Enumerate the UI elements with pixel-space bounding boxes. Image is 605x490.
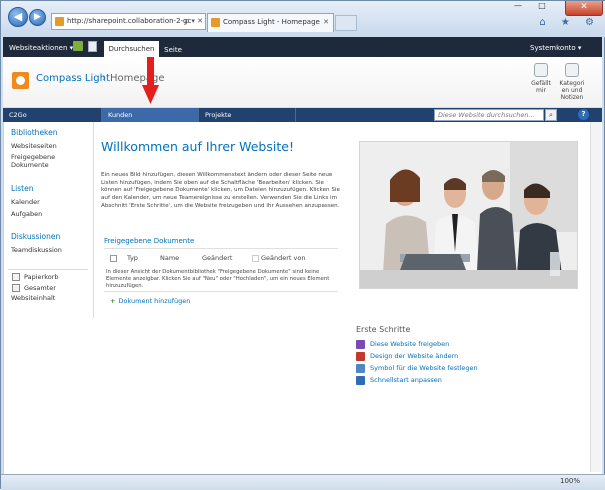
quicklaunch-item-all-content-line2[interactable]: Websiteinhalt: [11, 294, 55, 302]
window-controls: — □ ✕: [506, 1, 605, 16]
business-team-photo: [359, 141, 578, 289]
nav-item-projekte[interactable]: Projekte: [199, 108, 296, 122]
nav-item-c2go[interactable]: C2Go: [3, 108, 102, 122]
status-bar: 100%: [1, 474, 605, 490]
tab-favicon-icon: [211, 18, 220, 27]
site-header: Compass Light › Homepage Gefällt mir Kat…: [3, 57, 602, 108]
navigate-up-icon[interactable]: [73, 41, 83, 51]
like-label-line1: Gefällt: [531, 80, 551, 87]
tags-notes-button[interactable]: Kategori en und Notizen: [556, 63, 588, 101]
forward-button[interactable]: ▶: [29, 9, 46, 26]
quicklaunch-item-calendar[interactable]: Kalender: [11, 198, 40, 206]
site-actions-menu[interactable]: Websiteaktionen ▾: [9, 37, 73, 57]
welcome-intro-text: Ein neues Bild hinzufügen, diesen Willko…: [101, 172, 340, 209]
add-document-link[interactable]: Dokument hinzufügen: [110, 297, 190, 305]
breadcrumb-separator: ›: [102, 73, 106, 84]
address-controls[interactable]: ρ ▾ ✕: [185, 14, 203, 29]
minimize-button[interactable]: —: [506, 1, 530, 14]
welcome-title: Willkommen auf Ihrer Website!: [101, 139, 294, 154]
site-title[interactable]: Compass Light: [36, 73, 110, 84]
help-icon[interactable]: ?: [578, 109, 589, 120]
like-icon: [534, 63, 548, 77]
tab-title: Compass Light - Homepage: [223, 18, 320, 26]
site-icon-icon: [356, 364, 365, 373]
quicklaunch-heading-libraries[interactable]: Bibliotheken: [11, 128, 58, 137]
quicklaunch-heading-lists[interactable]: Listen: [11, 184, 33, 193]
quicklaunch-heading-discussions[interactable]: Diskussionen: [11, 232, 60, 241]
vertical-scrollbar[interactable]: [590, 122, 601, 472]
browser-window: ◀ ▶ http://sharepoint.collaboration-2-gc…: [0, 0, 605, 490]
quicklaunch-item-team-discussion[interactable]: Teamdiskussion: [11, 246, 62, 254]
quicklaunch-divider: [8, 269, 88, 270]
like-label-line2: mir: [536, 87, 546, 94]
docs-divider: [104, 248, 338, 249]
quicklaunch-item-site-pages[interactable]: Websiteseiten: [11, 142, 57, 150]
select-all-checkbox[interactable]: [110, 255, 117, 262]
shared-docs-line1: Freigegebene: [11, 153, 56, 161]
quicklaunch-item-shared-docs[interactable]: Freigegebene Dokumente: [11, 153, 55, 169]
browser-tools-icons[interactable]: ⌂ ★ ⚙: [539, 17, 600, 28]
new-tab-button[interactable]: [335, 15, 357, 31]
quicklaunch-item-all-content-line1[interactable]: Gesamter: [24, 284, 56, 292]
site-favicon-icon: [55, 17, 64, 26]
browser-tab[interactable]: Compass Light - Homepage ✕: [207, 13, 334, 32]
page-content: Bibliotheken Websiteseiten Freigegebene …: [3, 122, 602, 474]
address-bar[interactable]: http://sharepoint.collaboration-2-gc ρ ▾…: [51, 13, 206, 30]
link-share-site[interactable]: Diese Website freigeben: [370, 340, 449, 348]
site-search-input[interactable]: Diese Website durchsuchen...: [434, 109, 544, 121]
address-text: http://sharepoint.collaboration-2-gc: [67, 17, 192, 25]
col-modified-by[interactable]: Geändert von: [261, 254, 306, 262]
modified-by-checkbox: [252, 255, 259, 262]
zoom-level[interactable]: 100%: [560, 477, 580, 485]
site-logo-icon[interactable]: [12, 72, 29, 89]
recycle-bin-icon: [12, 273, 20, 281]
change-theme-icon: [356, 352, 365, 361]
docs-column-headers: Typ Name Geändert Geändert von: [110, 254, 340, 264]
col-name[interactable]: Name: [160, 254, 179, 262]
tab-page[interactable]: Seite: [161, 41, 185, 57]
col-type[interactable]: Typ: [127, 254, 138, 262]
back-button[interactable]: ◀: [8, 7, 28, 27]
maximize-button[interactable]: □: [530, 1, 554, 14]
link-set-site-icon[interactable]: Symbol für die Website festlegen: [370, 364, 478, 372]
all-content-icon: [12, 284, 20, 292]
shared-docs-line2: Dokumente: [11, 161, 49, 169]
shared-docs-heading[interactable]: Freigegebene Dokumente: [104, 237, 194, 245]
col-modified[interactable]: Geändert: [202, 254, 233, 262]
tags-notes-icon: [565, 63, 579, 77]
nav-item-kunden[interactable]: Kunden: [102, 108, 199, 122]
tags-label-line2: en und: [561, 87, 583, 94]
link-customize-quicklaunch[interactable]: Schnellstart anpassen: [370, 376, 442, 384]
tags-label-line1: Kategori: [559, 80, 585, 87]
like-button[interactable]: Gefällt mir: [525, 63, 557, 94]
team-photo-illustration: [360, 142, 577, 288]
tab-close-icon[interactable]: ✕: [323, 14, 329, 31]
docs-empty-message: In dieser Ansicht der Dokumentbibliothek…: [106, 269, 330, 289]
browser-chrome: ◀ ▶ http://sharepoint.collaboration-2-gc…: [1, 1, 605, 37]
tags-label-line3: Notizen: [560, 94, 584, 101]
share-site-icon: [356, 340, 365, 349]
close-window-button[interactable]: ✕: [565, 1, 603, 16]
customize-quicklaunch-icon: [356, 376, 365, 385]
search-icon[interactable]: ⌕: [545, 109, 557, 121]
link-change-theme[interactable]: Design der Website ändern: [370, 352, 458, 360]
edit-page-icon[interactable]: [88, 41, 97, 52]
quick-launch: Bibliotheken Websiteseiten Freigegebene …: [4, 122, 94, 318]
red-arrow-down-icon: [142, 57, 159, 104]
quicklaunch-item-recycle-bin[interactable]: Papierkorb: [24, 273, 59, 281]
getting-started-heading: Erste Schritte: [356, 325, 411, 334]
tab-browse[interactable]: Durchsuchen: [104, 41, 159, 57]
user-menu[interactable]: Systemkonto ▾: [530, 37, 581, 57]
docs-divider-bottom: [104, 291, 338, 292]
quicklaunch-item-tasks[interactable]: Aufgaben: [11, 210, 42, 218]
ribbon-bar: Websiteaktionen ▾ Durchsuchen Seite Syst…: [3, 37, 602, 57]
